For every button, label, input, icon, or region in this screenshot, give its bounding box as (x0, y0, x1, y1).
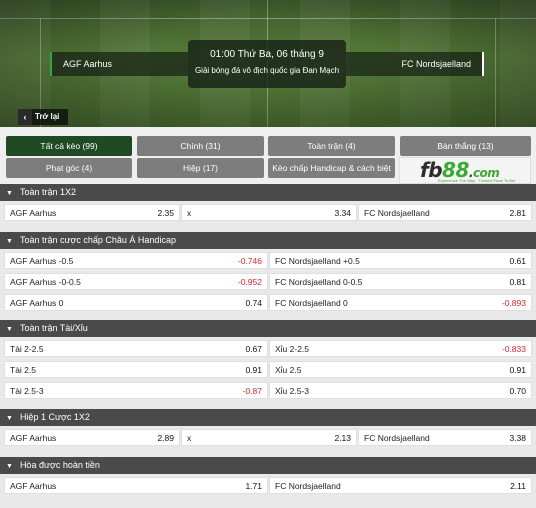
chevron-left-icon: ‹ (18, 109, 32, 125)
odd-cell[interactable]: Xỉu 2.5 0.91 (269, 361, 532, 378)
back-button[interactable]: ‹ Trở lại (18, 109, 68, 125)
collapse-triangle-icon: ▼ (6, 190, 13, 197)
odd-cell[interactable]: FC Nordsjaelland 2.11 (269, 477, 532, 494)
table-row: Tài 2.5-3 -0.87 Xỉu 2.5-3 0.70 (0, 380, 536, 401)
odd-cell[interactable]: x 3.34 (181, 204, 357, 221)
odd-cell[interactable]: AGF Aarhus -0.5 -0.746 (4, 252, 268, 269)
away-team-name: FC Nordsjaelland (346, 52, 484, 76)
collapse-triangle-icon: ▼ (6, 415, 13, 422)
odd-cell[interactable]: AGF Aarhus 2.35 (4, 204, 180, 221)
match-banner: AGF Aarhus FC Nordsjaelland 01:00 Thứ Ba… (0, 0, 536, 127)
odd-cell[interactable]: Xỉu 2-2.5 -0.833 (269, 340, 532, 357)
filter-halves[interactable]: Hiệp (17) (137, 158, 264, 178)
odd-cell[interactable]: Tài 2.5-3 -0.87 (4, 382, 268, 399)
table-row: AGF Aarhus -0-0.5 -0.952 FC Nordsjaelland… (0, 271, 536, 292)
odd-cell[interactable]: FC Nordsjaelland +0.5 0.61 (269, 252, 532, 269)
odd-cell[interactable]: Tài 2.5 0.91 (4, 361, 268, 378)
odd-cell[interactable]: AGF Aarhus 0 0.74 (4, 294, 268, 311)
filter-goals[interactable]: Bàn thắng (13) (400, 136, 531, 156)
match-info-box: 01:00 Thứ Ba, 06 tháng 9 Giải bóng đá vô… (188, 40, 346, 88)
odd-cell[interactable]: FC Nordsjaelland 0-0.5 0.81 (269, 273, 532, 290)
league-name: Giải bóng đá vô địch quốc gia Đan Mạch (194, 66, 340, 75)
collapse-triangle-icon: ▼ (6, 326, 13, 333)
collapse-triangle-icon: ▼ (6, 238, 13, 245)
filter-handicap[interactable]: Kèo chấp Handicap & cách biệt (3) (268, 158, 395, 193)
section-header-1x2[interactable]: ▼ Toàn trận 1X2 (0, 184, 536, 201)
odd-cell[interactable]: AGF Aarhus -0-0.5 -0.952 (4, 273, 268, 290)
section-header-asian-handicap[interactable]: ▼ Toàn trận cược chấp Châu Á Handicap (0, 232, 536, 249)
odd-cell[interactable]: Tài 2-2.5 0.67 (4, 340, 268, 357)
match-datetime: 01:00 Thứ Ba, 06 tháng 9 (210, 49, 324, 60)
filter-corners[interactable]: Phạt góc (4) (6, 158, 132, 178)
section-header-first-half-1x2[interactable]: ▼ Hiệp 1 Cược 1X2 (0, 409, 536, 426)
table-row: AGF Aarhus 2.35 x 3.34 FC Nordsjaelland 2.8… (0, 202, 536, 223)
odd-cell[interactable]: AGF Aarhus 1.71 (4, 477, 268, 494)
odd-cell[interactable]: FC Nordsjaelland 0 -0.893 (269, 294, 532, 311)
table-row: AGF Aarhus 1.71 FC Nordsjaelland 2.11 (0, 475, 536, 496)
filter-main[interactable]: Chính (31) (137, 136, 264, 156)
table-row: AGF Aarhus -0.5 -0.746 FC Nordsjaelland +… (0, 250, 536, 271)
odd-cell[interactable]: x 2.13 (181, 429, 357, 446)
odd-cell[interactable]: Xỉu 2.5-3 0.70 (269, 382, 532, 399)
section-header-over-under[interactable]: ▼ Toàn trận Tài/Xỉu (0, 320, 536, 337)
table-row: AGF Aarhus 0 0.74 FC Nordsjaelland 0 -0.89… (0, 292, 536, 313)
table-row: Tài 2.5 0.91 Xỉu 2.5 0.91 (0, 359, 536, 380)
back-label: Trở lại (35, 112, 60, 121)
home-team-name: AGF Aarhus (50, 52, 188, 76)
odd-cell[interactable]: FC Nordsjaelland 2.81 (358, 204, 532, 221)
table-row: AGF Aarhus 2.89 x 2.13 FC Nordsjaelland 3.3… (0, 427, 536, 448)
odd-cell[interactable]: FC Nordsjaelland 3.38 (358, 429, 532, 446)
collapse-triangle-icon: ▼ (6, 463, 13, 470)
filter-full-match[interactable]: Toàn trận (4) (268, 136, 395, 156)
odd-cell[interactable]: AGF Aarhus 2.89 (4, 429, 180, 446)
fb88-logo: fb88.com Experience The Way · Trusted Pl… (399, 157, 531, 184)
table-row: Tài 2-2.5 0.67 Xỉu 2-2.5 -0.833 (0, 338, 536, 359)
section-header-draw-no-bet[interactable]: ▼ Hòa được hoàn tiền (0, 457, 536, 474)
filter-all-markets[interactable]: Tất cả kèo (99) (6, 136, 132, 156)
